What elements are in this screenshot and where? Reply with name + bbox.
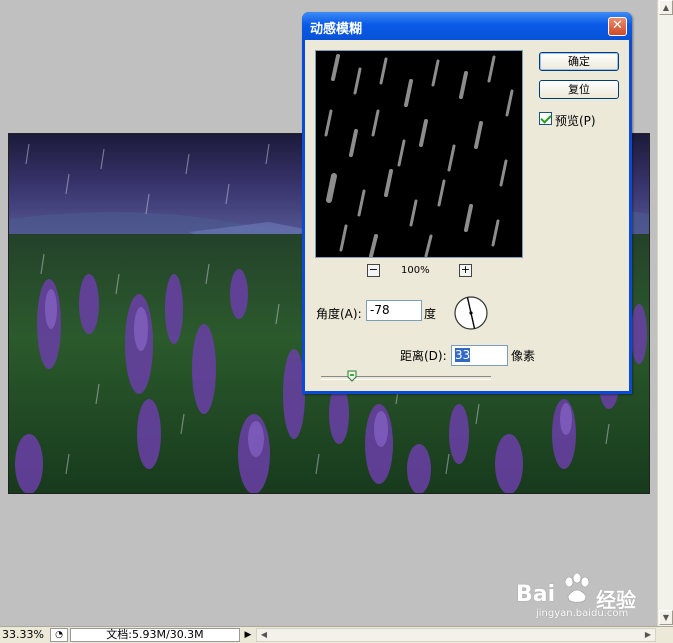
paw-logo-icon xyxy=(564,572,590,603)
distance-value-selected: 33 xyxy=(455,348,471,362)
dialog-body: − 100% + 确定 复位 预览(P) 角度(A): -78 度 距离(D):… xyxy=(305,40,629,391)
distance-input[interactable]: 33 xyxy=(451,345,508,366)
scroll-right-icon[interactable]: ▶ xyxy=(641,629,655,641)
distance-slider-thumb[interactable] xyxy=(347,370,357,382)
scroll-left-icon[interactable]: ◀ xyxy=(257,629,271,641)
dialog-titlebar[interactable]: 动感模糊 ✕ xyxy=(302,12,632,40)
filter-preview[interactable] xyxy=(315,50,523,258)
zoom-in-button[interactable]: + xyxy=(459,264,472,277)
angle-input[interactable]: -78 xyxy=(366,300,422,321)
preview-zoom-level: 100% xyxy=(401,265,430,276)
baidu-jingyan-watermark: Bai 经验 jingyan.baidu.com xyxy=(516,572,656,619)
preview-checkbox-label[interactable]: 预览(P) xyxy=(555,112,596,129)
watermark-url: jingyan.baidu.com xyxy=(536,608,629,619)
horizontal-scrollbar[interactable]: ◀ ▶ xyxy=(256,628,656,642)
zoom-level-readout[interactable]: 33.33% xyxy=(2,628,46,642)
distance-unit-label: 像素 xyxy=(511,349,536,363)
preview-image xyxy=(324,54,514,257)
scroll-up-icon[interactable]: ▲ xyxy=(659,0,673,15)
zoom-out-button[interactable]: − xyxy=(367,264,380,277)
status-bar: 33.33% ◔ 文档:5.93M/30.3M ▶ ◀ ▶ xyxy=(0,626,673,643)
motion-blur-dialog: 动感模糊 ✕ − 100% + 确定 复位 预览(P) 角度(A): -78 度… xyxy=(302,12,632,394)
dialog-title: 动感模糊 xyxy=(310,22,363,37)
status-menu-icon[interactable]: ◔ xyxy=(50,628,68,642)
angle-dial-icon[interactable] xyxy=(453,295,489,331)
distance-label: 距离(D): xyxy=(400,349,447,363)
angle-label: 角度(A): xyxy=(316,307,362,321)
vertical-scrollbar[interactable]: ▲ ▼ xyxy=(657,0,673,626)
close-icon[interactable]: ✕ xyxy=(608,17,627,36)
document-info: 文档:5.93M/30.3M xyxy=(70,628,240,642)
scroll-down-icon[interactable]: ▼ xyxy=(659,610,673,625)
angle-unit-label: 度 xyxy=(424,307,437,321)
watermark-brand: Bai xyxy=(516,582,556,607)
ok-button[interactable]: 确定 xyxy=(539,52,619,71)
preview-checkbox[interactable] xyxy=(539,112,552,125)
status-arrow-icon[interactable]: ▶ xyxy=(242,628,254,642)
reset-button[interactable]: 复位 xyxy=(539,80,619,99)
